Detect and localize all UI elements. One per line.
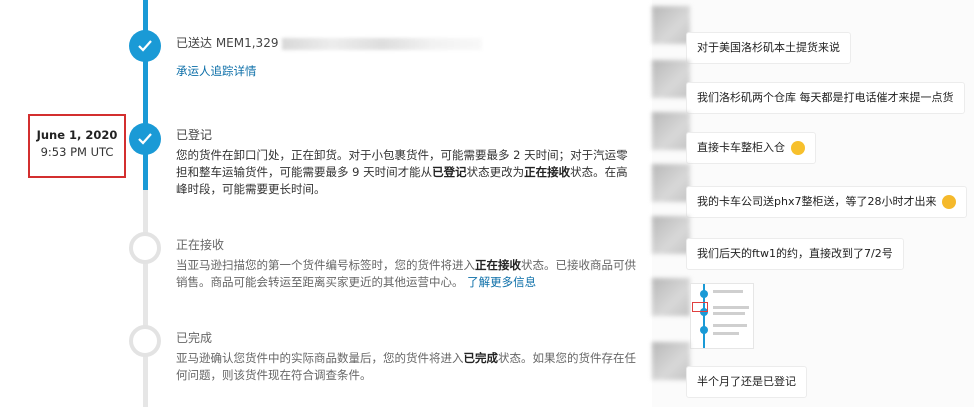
shipment-timeline-panel: June 1, 2020 9:53 PM UTC 已送达 MEM1,329 承运… [0, 0, 652, 407]
learn-more-link[interactable]: 了解更多信息 [467, 275, 536, 289]
avatar [652, 6, 690, 44]
avatar [652, 342, 690, 380]
step-title: 正在接收 [176, 238, 225, 252]
message-bubble: 我们后天的ftw1的约，直接改到了7/2号 [686, 238, 904, 270]
timeline-pending-line [143, 190, 148, 407]
redacted-tracking-number [282, 37, 483, 50]
message-bubble: 对于美国洛杉矶本土提货来说 [686, 32, 851, 64]
carrier-tracking-link[interactable]: 承运人追踪详情 [176, 63, 638, 79]
pending-step-icon [129, 232, 161, 264]
step-description: 亚马逊确认您货件中的实际商品数量后，您的货件将进入已完成状态。如果您的货件存在任… [176, 351, 636, 382]
step-description: 当亚马逊扫描您的第一个货件编号标签时，您的货件将进入正在接收状态。已接收商品可供… [176, 258, 636, 289]
crying-emoji-icon [941, 195, 956, 209]
step-closed: 已完成 亚马逊确认您货件中的实际商品数量后，您的货件将进入已完成状态。如果您的货… [176, 330, 638, 384]
avatar [652, 112, 690, 150]
step-description: 您的货件在卸口门处，正在卸货。对于小包裹货件，可能需要最多 2 天时间；对于汽运… [176, 148, 628, 196]
checked-in-time: 9:53 PM UTC [40, 145, 114, 159]
message-bubble: 我们洛杉矶两个仓库 每天都是打电话催才来提一点货 [686, 82, 965, 114]
message-bubble: 半个月了还是已登记 [686, 366, 807, 398]
avatar [652, 216, 690, 254]
pending-step-icon [129, 325, 161, 357]
screenshot-thumbnail[interactable] [690, 283, 754, 349]
message-bubble: 直接卡车整柜入仓 [686, 132, 816, 164]
avatar [652, 164, 690, 202]
step-delivered: 已送达 MEM1,329 承运人追踪详情 [176, 35, 638, 79]
avatar [652, 60, 690, 98]
face-emoji-icon [790, 141, 805, 155]
checkmark-icon [129, 30, 161, 62]
chat-panel: 对于美国洛杉矶本土提货来说 我们洛杉矶两个仓库 每天都是打电话催才来提一点货 直… [652, 0, 974, 407]
timeline-progress-line [143, 0, 148, 190]
step-title: 已送达 MEM1,329 [176, 36, 279, 50]
avatar [652, 278, 690, 316]
step-title: 已登记 [176, 128, 213, 142]
checked-in-date-highlight: June 1, 2020 9:53 PM UTC [28, 114, 126, 178]
checkmark-icon [129, 123, 161, 155]
step-receiving: 正在接收 当亚马逊扫描您的第一个货件编号标签时，您的货件将进入正在接收状态。已接… [176, 237, 638, 291]
checked-in-date: June 1, 2020 [36, 128, 118, 142]
step-title: 已完成 [176, 331, 213, 345]
message-bubble: 我的卡车公司送phx7整柜送，等了28小时才出来 [686, 186, 967, 218]
step-checked-in: 已登记 您的货件在卸口门处，正在卸货。对于小包裹货件，可能需要最多 2 天时间；… [176, 127, 638, 198]
